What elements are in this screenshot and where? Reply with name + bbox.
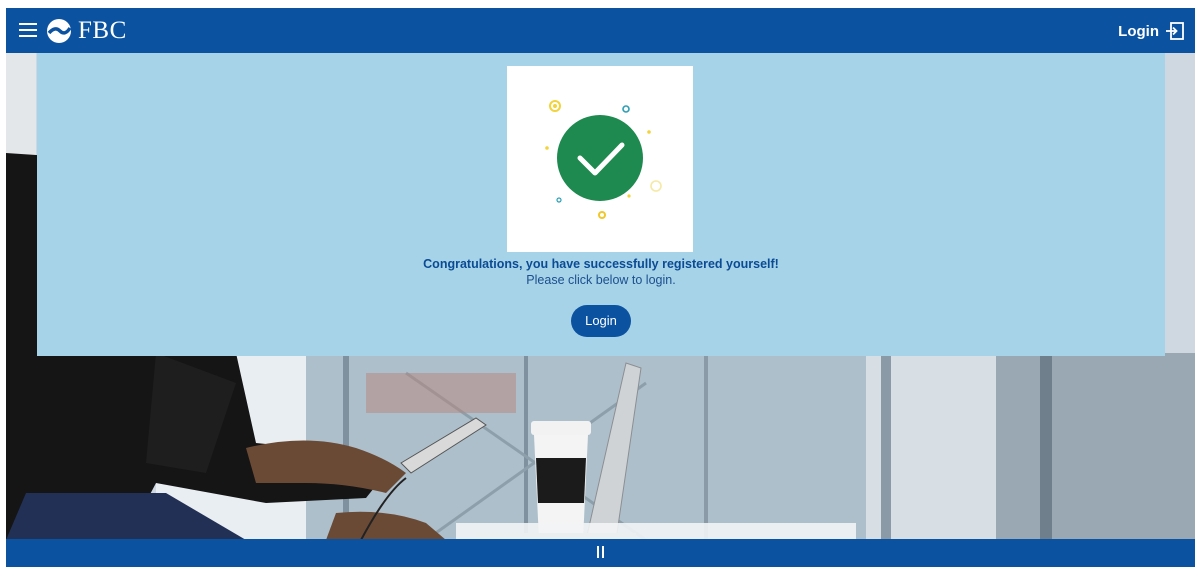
header-login-link[interactable]: Login xyxy=(1118,18,1185,44)
brand-name[interactable]: FBC xyxy=(78,16,127,46)
fbc-logo-icon xyxy=(47,19,72,43)
page-scrollbar[interactable] xyxy=(1195,0,1203,567)
page: FBC Login Congratulations, you have succ… xyxy=(0,0,1203,567)
sign-in-icon xyxy=(1166,22,1184,40)
header-login-label: Login xyxy=(1118,22,1159,40)
pause-icon[interactable] xyxy=(596,546,606,558)
success-title: Congratulations, you have successfully r… xyxy=(423,257,779,271)
success-checkmark-icon xyxy=(545,100,662,219)
top-navigation-bar: FBC Login xyxy=(6,8,1195,53)
success-subtitle: Please click below to login. xyxy=(526,273,676,287)
registration-success-panel: Congratulations, you have successfully r… xyxy=(37,53,1165,356)
success-illustration xyxy=(507,66,693,252)
login-button[interactable]: Login xyxy=(571,305,631,337)
carousel-control-bar xyxy=(6,539,1195,567)
hamburger-menu-icon[interactable] xyxy=(18,20,38,40)
